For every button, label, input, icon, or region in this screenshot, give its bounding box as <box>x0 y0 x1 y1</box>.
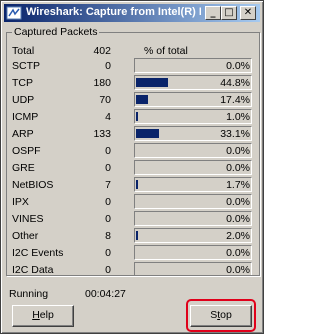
protocol-name: IPX <box>12 196 29 208</box>
help-button[interactable]: Help <box>12 305 74 327</box>
maximize-button[interactable]: □ <box>221 6 237 20</box>
wireshark-icon <box>6 6 22 20</box>
protocol-name: Other <box>12 230 39 242</box>
protocol-count: 70 <box>99 94 111 106</box>
help-label-rest: elp <box>39 309 54 321</box>
percent-bar-fill <box>136 78 168 87</box>
protocol-row: I2C Events 0 0.0% <box>1 245 265 262</box>
protocol-row: ICMP 4 1.0% <box>1 109 265 126</box>
protocol-row: UDP 70 17.4% <box>1 92 265 109</box>
separator <box>9 275 255 277</box>
protocol-name: UDP <box>12 94 35 106</box>
protocol-percent: 0.0% <box>226 162 250 174</box>
protocol-name: I2C Events <box>12 247 64 259</box>
protocol-percent: 0.0% <box>226 145 250 157</box>
close-button[interactable]: ✕ <box>240 6 256 20</box>
help-mnemonic: H <box>32 309 40 321</box>
protocol-name: ARP <box>12 128 34 140</box>
protocol-percent: 2.0% <box>226 230 250 242</box>
protocol-count: 7 <box>105 179 111 191</box>
protocol-percent: 1.0% <box>226 111 250 123</box>
protocol-percent: 0.0% <box>226 247 250 259</box>
percent-bar-fill <box>136 231 138 240</box>
protocol-count: 0 <box>105 60 111 72</box>
protocol-percent: 0.0% <box>226 213 250 225</box>
protocol-count: 0 <box>105 196 111 208</box>
percent-bar-fill <box>136 112 138 121</box>
protocol-row: NetBIOS 7 1.7% <box>1 177 265 194</box>
protocol-name: OSPF <box>12 145 41 157</box>
protocol-count: 0 <box>105 247 111 259</box>
total-label: Total <box>12 45 35 57</box>
protocol-row: OSPF 0 0.0% <box>1 143 265 160</box>
capture-dialog: Wireshark: Capture from Intel(R) PRO/...… <box>0 0 264 334</box>
protocol-count: 8 <box>105 230 111 242</box>
protocol-count: 4 <box>105 111 111 123</box>
protocol-percent: 17.4% <box>220 94 250 106</box>
protocol-row: SCTP 0 0.0% <box>1 58 265 75</box>
percent-header: % of total <box>144 45 188 57</box>
protocol-percent: 1.7% <box>226 179 250 191</box>
protocol-row: IPX 0 0.0% <box>1 194 265 211</box>
percent-bar-fill <box>136 95 148 104</box>
protocol-count: 0 <box>105 213 111 225</box>
protocol-name: GRE <box>12 162 35 174</box>
protocol-row: VINES 0 0.0% <box>1 211 265 228</box>
protocol-name: NetBIOS <box>12 179 54 191</box>
protocol-count: 0 <box>105 162 111 174</box>
protocol-name: ICMP <box>12 111 39 123</box>
elapsed-time: 00:04:27 <box>85 288 126 300</box>
protocol-count: 180 <box>93 77 111 89</box>
percent-bar-fill <box>136 180 138 189</box>
group-label: Captured Packets <box>12 26 100 38</box>
protocol-percent: 44.8% <box>220 77 250 89</box>
window-title: Wireshark: Capture from Intel(R) PRO/... <box>26 6 201 18</box>
protocol-percent: 0.0% <box>226 60 250 72</box>
total-count: 402 <box>93 45 111 57</box>
protocol-count: 133 <box>93 128 111 140</box>
protocol-name: TCP <box>12 77 33 89</box>
protocol-name: SCTP <box>12 60 41 72</box>
stop-highlight-ring <box>186 299 256 332</box>
status-label: Running <box>9 288 49 300</box>
protocol-row: ARP 133 33.1% <box>1 126 265 143</box>
protocol-row: TCP 180 44.8% <box>1 75 265 92</box>
protocol-row: GRE 0 0.0% <box>1 160 265 177</box>
protocol-count: 0 <box>105 145 111 157</box>
protocol-percent: 33.1% <box>220 128 250 140</box>
minimize-button[interactable]: _ <box>205 6 221 20</box>
protocol-name: VINES <box>12 213 44 225</box>
protocol-percent: 0.0% <box>226 196 250 208</box>
protocol-row: Other 8 2.0% <box>1 228 265 245</box>
title-bar[interactable]: Wireshark: Capture from Intel(R) PRO/...… <box>4 4 260 22</box>
percent-bar-fill <box>136 129 159 138</box>
